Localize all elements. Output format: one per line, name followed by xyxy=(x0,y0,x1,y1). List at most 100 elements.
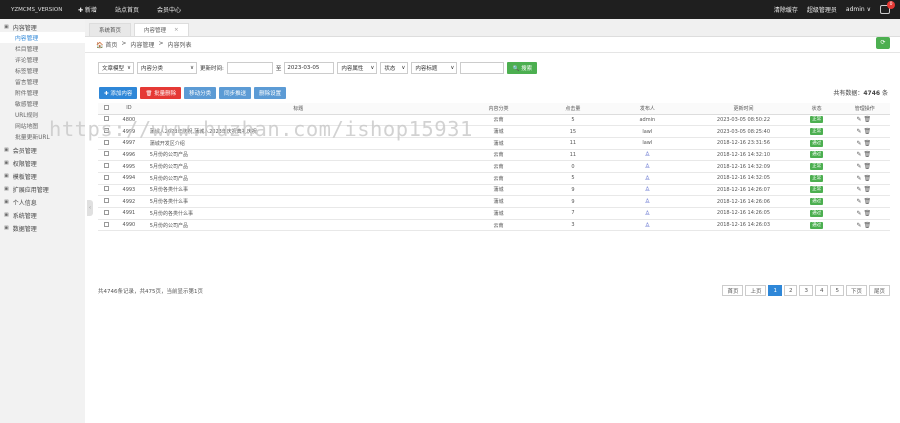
delete-icon[interactable]: 🗑 xyxy=(863,140,873,147)
top-nav-member-center[interactable]: 会员中心 xyxy=(148,5,190,14)
attribute-select[interactable]: 内容属性 ∨ xyxy=(337,62,378,74)
end-date-input[interactable]: 2023-03-05 xyxy=(284,62,335,74)
delete-icon[interactable]: 🗑 xyxy=(863,128,873,135)
status-badge: 正常 xyxy=(810,128,824,136)
sidebar: ▣ 内容管理 内容管理 栏目管理 评论管理 标签管理 留言管理 附件管理 敏感管理… xyxy=(0,19,85,423)
divider xyxy=(85,52,900,53)
delete-icon[interactable]: 🗑 xyxy=(863,210,873,217)
tab-system-home[interactable]: 系统首页 xyxy=(89,23,132,36)
sidebar-item-url-rule[interactable]: URL规则 xyxy=(0,109,85,120)
delete-icon[interactable]: 🗑 xyxy=(863,198,873,205)
chevron-down-icon: ∨ xyxy=(370,65,375,71)
table-row: 4991 5月份的各类什么事 蒲城 7 ♙ 2018-12-16 14:26:05 通过 ✎🗑 xyxy=(98,207,890,220)
delete-icon[interactable]: 🗑 xyxy=(863,151,873,158)
row-title[interactable]: 5月份的公司产品 xyxy=(143,219,453,232)
top-nav-site-home[interactable]: 站点首页 xyxy=(106,5,148,14)
sidebar-item-batch-url[interactable]: 批量更新URL xyxy=(0,131,85,142)
sidebar-group-profile[interactable]: ▣ 个人信息 xyxy=(0,197,85,207)
search-field-select[interactable]: 内容标题 ∨ xyxy=(411,62,458,74)
row-title[interactable]: 5月份各类什么事 xyxy=(143,195,453,208)
sidebar-item-tag[interactable]: 标签管理 xyxy=(0,65,85,76)
start-date-input[interactable] xyxy=(226,62,273,74)
add-content-button[interactable]: ✚ 添加内容 xyxy=(99,87,138,99)
row-title[interactable]: 5月份的公司产品 xyxy=(143,172,453,185)
sidebar-group-data[interactable]: ▣ 数据管理 xyxy=(0,223,85,233)
sidebar-item-comment[interactable]: 评论管理 xyxy=(0,54,85,65)
chevron-down-icon: ∨ xyxy=(450,65,455,71)
delete-setting-button[interactable]: 删除设置 xyxy=(254,87,287,99)
delete-icon[interactable]: 🗑 xyxy=(863,175,873,182)
page-first[interactable]: 首页 xyxy=(722,285,744,296)
clear-cache-link[interactable]: 清除缓存 xyxy=(774,5,798,14)
chevron-down-icon: ∨ xyxy=(401,65,406,71)
sidebar-group-member[interactable]: ▣ 会员管理 xyxy=(0,145,85,155)
content-table: ID 标题 内容分类 点击量 发布人 更新时间 状态 管理操作 4800 云南 5 a… xyxy=(98,103,890,232)
user-menu[interactable]: admin ∨ xyxy=(846,6,871,13)
delete-icon[interactable]: 🗑 xyxy=(863,222,873,229)
pagination-info: 共4746条记录，共475页，当前显示第1页 xyxy=(98,289,203,295)
page-2[interactable]: 2 xyxy=(783,285,798,296)
top-nav: ✚ 新增 站点首页 会员中心 xyxy=(69,0,190,19)
sidebar-item-content[interactable]: 内容管理 xyxy=(0,32,85,43)
page-5[interactable]: 5 xyxy=(830,285,844,296)
keyword-input[interactable] xyxy=(460,62,505,74)
row-title[interactable]: 蒲城开发区介绍 xyxy=(143,137,453,150)
sidebar-group-system[interactable]: ▣ 系统管理 xyxy=(0,210,85,220)
page-4[interactable]: 4 xyxy=(814,285,829,296)
page-prev[interactable]: 上页 xyxy=(745,285,767,296)
page-3[interactable]: 3 xyxy=(799,285,813,296)
action-bar: ✚ 添加内容 🗑 批量删除 移动分类 同步推送 删除设置 xyxy=(99,87,287,99)
page-next[interactable]: 下页 xyxy=(845,285,867,296)
move-category-button[interactable]: 移动分类 xyxy=(184,87,217,99)
page-last[interactable]: 尾页 xyxy=(868,285,890,296)
sidebar-group-content[interactable]: ▣ 内容管理 xyxy=(0,22,85,32)
table-row: 4999 蒲城人2023年庆祝,蒲城人2023年庆祝典礼庆祝 蒲城 15 lawl 202… xyxy=(98,125,890,138)
status-select[interactable]: 状态 ∨ xyxy=(380,62,409,74)
row-title[interactable]: 5月份的公司产品 xyxy=(143,149,453,162)
delete-icon[interactable]: 🗑 xyxy=(863,163,873,170)
row-checkbox xyxy=(103,151,109,157)
tab-content-manage[interactable]: 内容管理 × xyxy=(134,23,189,36)
row-title[interactable]: 蒲城人2023年庆祝,蒲城人2023年庆祝典礼庆祝 xyxy=(143,125,453,138)
top-nav-add[interactable]: ✚ 新增 xyxy=(69,5,106,14)
breadcrumb-current: 内容列表 xyxy=(167,42,192,49)
sidebar-item-category[interactable]: 栏目管理 xyxy=(0,43,85,54)
table-row: 4996 5月份的公司产品 云南 11 ♙ 2018-12-16 14:32:10 通过 ✎🗑 xyxy=(98,149,890,162)
row-title[interactable]: 5月份的各类什么事 xyxy=(143,207,453,220)
breadcrumb: 🏠 首页 > 内容管理 > 内容列表 xyxy=(96,40,192,49)
refresh-button[interactable]: ⟳ xyxy=(876,37,890,49)
close-icon[interactable]: × xyxy=(174,27,179,33)
breadcrumb-content[interactable]: 内容管理 xyxy=(130,40,154,49)
model-select[interactable]: 文章模型 ∨ xyxy=(98,62,134,74)
sidebar-item-sensitive[interactable]: 敏感管理 xyxy=(0,98,85,109)
sidebar-item-attachment[interactable]: 附件管理 xyxy=(0,87,85,98)
row-title[interactable]: 5月份各类什么事 xyxy=(143,184,453,197)
search-button[interactable]: 🔍 搜索 xyxy=(507,62,538,74)
sidebar-item-sitemap[interactable]: 网站地图 xyxy=(0,120,85,131)
delete-icon[interactable]: 🗑 xyxy=(863,186,873,193)
delete-icon[interactable]: 🗑 xyxy=(863,116,873,123)
sync-push-button[interactable]: 同步推送 xyxy=(219,87,252,99)
user-icon: ♙ xyxy=(644,151,651,159)
sidebar-group-extension[interactable]: ▣ 扩展应用管理 xyxy=(0,184,85,194)
row-checkbox xyxy=(103,174,109,180)
batch-delete-button[interactable]: 🗑 批量删除 xyxy=(140,87,182,99)
breadcrumb-home[interactable]: 🏠 首页 xyxy=(96,40,117,49)
message-icon[interactable]: 0 xyxy=(880,1,895,14)
sidebar-item-guestbook[interactable]: 留言管理 xyxy=(0,76,85,87)
row-title[interactable]: 5月份的公司产品 xyxy=(143,160,453,173)
status-badge: 正常 xyxy=(810,116,824,124)
sidebar-group-permission[interactable]: ▣ 权限管理 xyxy=(0,158,85,168)
chevron-down-icon: ∨ xyxy=(126,65,131,71)
message-badge: 0 xyxy=(887,1,895,9)
row-checkbox xyxy=(103,128,109,134)
folder-icon: ▣ xyxy=(4,24,9,30)
status-badge: 正常 xyxy=(810,163,824,171)
page-1[interactable]: 1 xyxy=(768,285,782,296)
row-title[interactable] xyxy=(143,114,453,127)
sidebar-group-template[interactable]: ▣ 模板管理 xyxy=(0,171,85,181)
category-select[interactable]: 内容分类 ∨ xyxy=(137,62,197,74)
sidebar-collapse-handle[interactable]: ‹ xyxy=(87,200,93,216)
row-checkbox xyxy=(103,139,109,145)
date-separator: 至 xyxy=(275,66,282,72)
